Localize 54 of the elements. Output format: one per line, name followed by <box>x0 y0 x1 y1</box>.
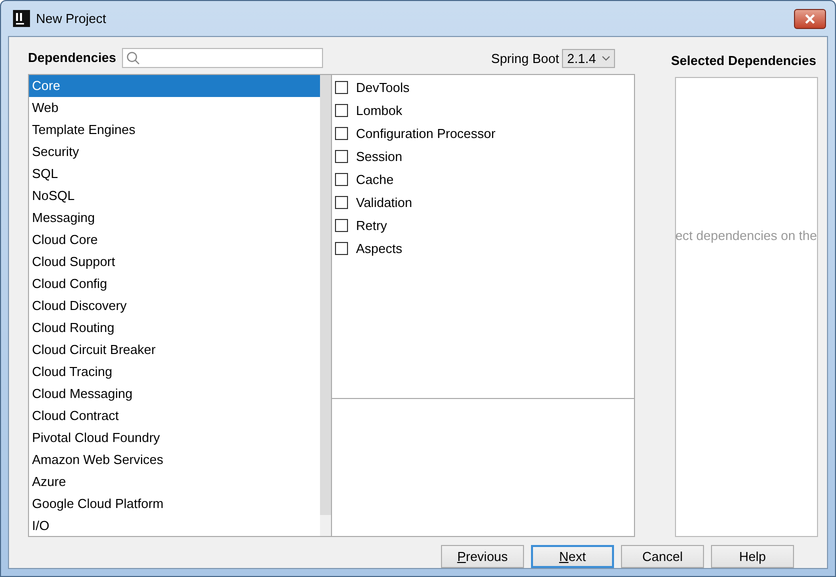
caret-icon <box>602 56 610 61</box>
category-item[interactable]: Web <box>29 97 320 119</box>
checkbox[interactable] <box>335 173 348 186</box>
checkbox[interactable] <box>335 196 348 209</box>
dialog-button[interactable]: Cancel <box>621 545 704 568</box>
category-item[interactable]: Cloud Contract <box>29 405 320 427</box>
category-item[interactable]: Amazon Web Services <box>29 449 320 471</box>
category-item[interactable]: Azure <box>29 471 320 493</box>
category-item[interactable]: Core <box>29 75 320 97</box>
category-item[interactable]: Cloud Messaging <box>29 383 320 405</box>
category-item[interactable]: Cloud Routing <box>29 317 320 339</box>
category-item[interactable]: Cloud Support <box>29 251 320 273</box>
checkbox[interactable] <box>335 81 348 94</box>
category-item[interactable]: Pivotal Cloud Foundry <box>29 427 320 449</box>
dependency-label[interactable]: Cache <box>356 172 394 187</box>
category-item[interactable]: I/O <box>29 515 320 537</box>
category-item[interactable]: Template Engines <box>29 119 320 141</box>
checkbox[interactable] <box>335 127 348 140</box>
category-item[interactable]: Cloud Tracing <box>29 361 320 383</box>
category-item[interactable]: Cloud Discovery <box>29 295 320 317</box>
close-button[interactable] <box>794 8 826 28</box>
window-title: New Project <box>36 11 106 26</box>
dependency-label[interactable]: Retry <box>356 218 388 233</box>
dependencies-label: Dependencies <box>28 50 118 67</box>
checkbox[interactable] <box>335 242 348 255</box>
checkbox[interactable] <box>335 150 348 163</box>
category-item[interactable]: NoSQL <box>29 185 320 207</box>
search-field[interactable] <box>122 48 323 68</box>
close-icon <box>804 14 816 24</box>
scrollbar-thumb[interactable] <box>320 75 331 515</box>
category-item[interactable]: Cloud Config <box>29 273 320 295</box>
category-item[interactable]: Cloud Circuit Breaker <box>29 339 320 361</box>
dependency-label[interactable]: Validation <box>356 195 412 210</box>
dialog-button[interactable]: Help <box>711 545 794 568</box>
spring-boot-label: Spring Boot <box>491 51 560 66</box>
category-item[interactable]: SQL <box>29 163 320 185</box>
dependency-label[interactable]: DevTools <box>356 80 410 95</box>
category-item[interactable]: Cloud Core <box>29 229 320 251</box>
dialog-button[interactable]: Next <box>531 545 614 568</box>
category-item[interactable]: Google Cloud Platform <box>29 493 320 515</box>
selected-dependencies-title: Selected Dependencies <box>670 53 818 70</box>
search-icon <box>126 51 140 65</box>
version-dropdown[interactable]: 2.1.4 <box>562 49 616 68</box>
dependency-label[interactable]: Configuration Processor <box>356 126 496 141</box>
app-logo-icon <box>13 10 30 27</box>
empty-hint: ect dependencies on the <box>676 228 817 242</box>
category-item[interactable]: Security <box>29 141 320 163</box>
dependency-label[interactable]: Session <box>356 149 402 164</box>
dependency-label[interactable]: Aspects <box>356 241 402 256</box>
dependency-label[interactable]: Lombok <box>356 103 402 118</box>
dialog-button[interactable]: Previous <box>441 545 524 568</box>
checkbox[interactable] <box>335 219 348 232</box>
checkbox[interactable] <box>335 104 348 117</box>
category-item[interactable]: Messaging <box>29 207 320 229</box>
